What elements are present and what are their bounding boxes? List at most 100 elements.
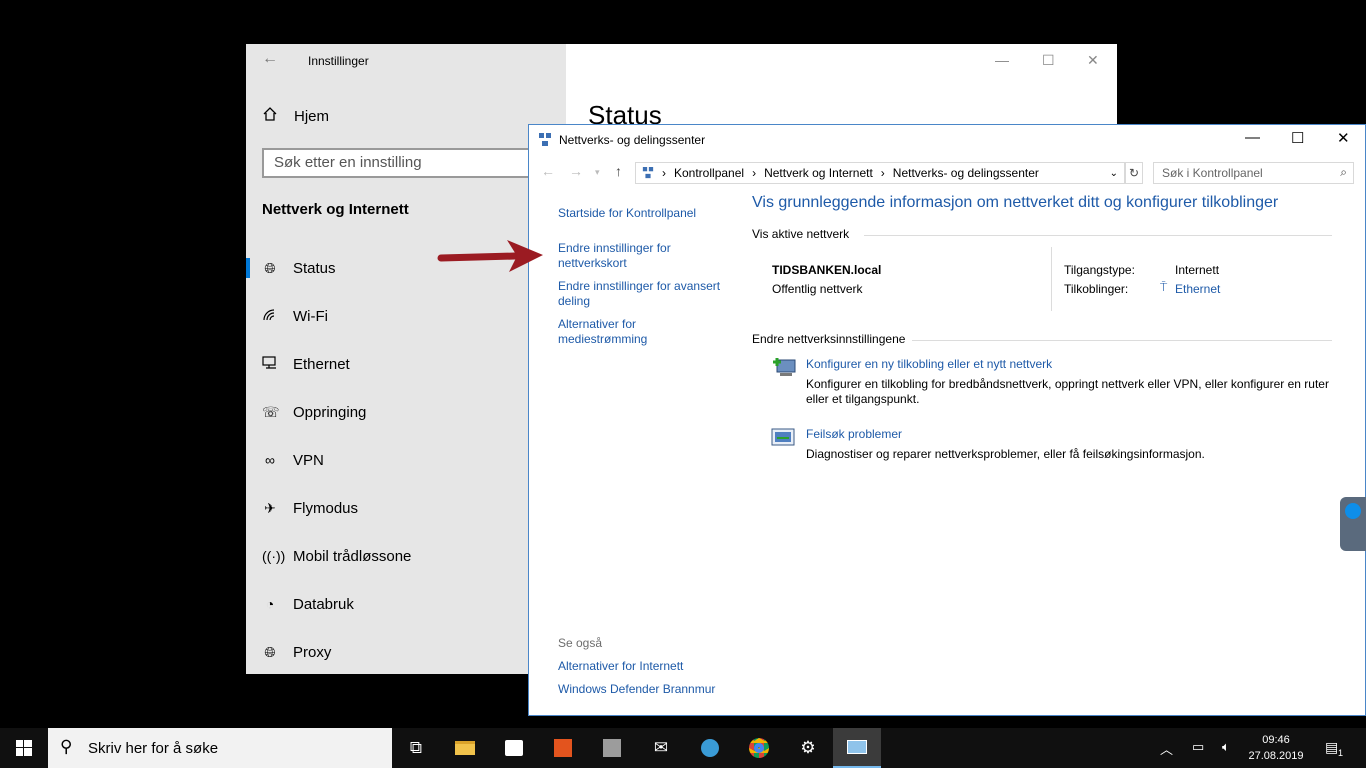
control-panel-taskbar-icon[interactable] bbox=[833, 728, 881, 768]
clock-time: 09:46 bbox=[1262, 734, 1290, 746]
store-icon[interactable] bbox=[490, 728, 538, 768]
data-usage-icon: ◔ bbox=[265, 596, 275, 612]
link-media-streaming[interactable]: Alternativer for mediestrømming bbox=[558, 317, 688, 347]
nav-item-wifi[interactable]: Wi-Fi bbox=[246, 296, 566, 336]
breadcrumb-item[interactable]: Nettverk og Internett bbox=[764, 166, 873, 180]
mail-icon[interactable]: ✉ bbox=[637, 728, 685, 768]
back-icon[interactable]: ← bbox=[541, 163, 555, 179]
clock[interactable]: 09:46 27.08.2019 bbox=[1246, 732, 1306, 764]
divider bbox=[864, 235, 1332, 236]
recent-dropdown-icon[interactable]: ▾ bbox=[595, 167, 600, 178]
file-explorer-icon[interactable] bbox=[441, 728, 489, 768]
home-nav-item[interactable]: Hjem bbox=[262, 106, 329, 126]
settings-search-input[interactable]: Søk etter en innstilling bbox=[262, 148, 552, 178]
access-type-label: Tilgangstype: bbox=[1064, 263, 1135, 277]
close-icon[interactable]: ✕ bbox=[1087, 52, 1099, 69]
link-troubleshoot[interactable]: Feilsøk problemer bbox=[806, 427, 902, 441]
chevron-up-icon[interactable]: ︿ bbox=[1160, 739, 1173, 758]
globe-app-icon[interactable] bbox=[686, 728, 734, 768]
windows-logo-icon bbox=[16, 740, 32, 756]
taskbar-search-input[interactable]: ⚲ Skriv her for å søke bbox=[48, 728, 392, 768]
maximize-icon[interactable]: ☐ bbox=[1291, 129, 1304, 147]
nav-item-proxy[interactable]: 🌐︎ Proxy bbox=[246, 632, 566, 672]
settings-gear-icon[interactable]: ⚙ bbox=[784, 728, 832, 768]
maximize-icon[interactable]: ☐ bbox=[1042, 52, 1055, 69]
nav-item-vpn[interactable]: ∞ VPN bbox=[246, 440, 566, 480]
network-tray-icon[interactable]: ▭ bbox=[1192, 739, 1204, 755]
volume-icon[interactable]: 🔈︎ bbox=[1222, 739, 1230, 755]
minimize-icon[interactable]: — bbox=[1245, 129, 1260, 146]
teamviewer-icon bbox=[1345, 503, 1361, 519]
control-panel-window: Nettverks- og delingssenter — ☐ ✕ ← → ▾ … bbox=[528, 124, 1366, 716]
link-defender-firewall[interactable]: Windows Defender Brannmur bbox=[558, 682, 738, 697]
network-center-icon bbox=[539, 133, 551, 146]
new-connection-description: Konfigurer en tilkobling for bredbåndsne… bbox=[806, 377, 1329, 406]
start-button[interactable] bbox=[0, 728, 48, 768]
chevron-right-icon: › bbox=[662, 166, 666, 180]
close-icon[interactable]: ✕ bbox=[1337, 129, 1350, 147]
access-type-value: Internett bbox=[1175, 263, 1220, 277]
nav-item-ethernet[interactable]: Ethernet bbox=[246, 344, 566, 384]
nav-label: Oppringing bbox=[293, 403, 367, 421]
forward-icon[interactable]: → bbox=[569, 163, 583, 179]
address-bar[interactable]: › Kontrollpanel › Nettverk og Internett … bbox=[635, 162, 1125, 184]
task-view-icon[interactable]: ⧉ bbox=[392, 728, 440, 768]
link-advanced-sharing[interactable]: Endre innstillinger for avansert deling bbox=[558, 279, 728, 309]
home-label: Hjem bbox=[294, 107, 330, 125]
refresh-icon[interactable]: ↻ bbox=[1125, 162, 1143, 184]
notification-icon[interactable]: ▤ bbox=[1325, 739, 1338, 756]
breadcrumb-item[interactable]: Kontrollpanel bbox=[674, 166, 744, 180]
ethernet-connection-link[interactable]: Ethernet bbox=[1175, 282, 1220, 296]
nav-label: Databruk bbox=[293, 595, 354, 613]
airplane-icon: ✈ bbox=[264, 499, 276, 516]
cp-search-input[interactable]: Søk i Kontrollpanel ⌕ bbox=[1153, 162, 1354, 184]
home-icon bbox=[262, 106, 278, 126]
calculator-icon[interactable] bbox=[588, 728, 636, 768]
clock-date: 27.08.2019 bbox=[1248, 750, 1304, 762]
network-center-icon bbox=[642, 167, 654, 179]
nav-label: Flymodus bbox=[293, 499, 359, 517]
chevron-down-icon[interactable]: ⌄ bbox=[1110, 168, 1118, 179]
network-name: TIDSBANKEN.local bbox=[772, 263, 882, 277]
search-icon: ⌕ bbox=[1340, 165, 1347, 179]
notification-count: 1 bbox=[1338, 748, 1344, 758]
ethernet-icon: ⍑ bbox=[1160, 280, 1168, 294]
breadcrumb-item[interactable]: Nettverks- og delingssenter bbox=[893, 166, 1039, 180]
see-also-label: Se også bbox=[558, 636, 603, 650]
window-title: Nettverks- og delingssenter bbox=[559, 133, 706, 147]
search-icon: ⚲ bbox=[60, 737, 73, 756]
nav-item-hotspot[interactable]: ((·)) Mobil trådløssone bbox=[246, 536, 566, 576]
chevron-right-icon: › bbox=[752, 166, 757, 180]
globe-icon: 🌐︎ bbox=[264, 259, 276, 276]
divider bbox=[1051, 247, 1052, 311]
troubleshoot-icon bbox=[771, 428, 795, 446]
nav-item-databruk[interactable]: ◔ Databruk bbox=[246, 584, 566, 624]
nav-label: Proxy bbox=[293, 643, 332, 661]
nav-label: VPN bbox=[293, 451, 324, 469]
office-icon[interactable] bbox=[539, 728, 587, 768]
link-change-adapter-settings[interactable]: Endre innstillinger for nettverkskort bbox=[558, 241, 718, 271]
section-title: Nettverk og Internett bbox=[262, 201, 409, 218]
nav-label: Mobil trådløssone bbox=[293, 547, 412, 565]
settings-title: Innstillinger bbox=[308, 54, 369, 68]
back-arrow-icon[interactable]: ← bbox=[262, 50, 278, 68]
taskbar-search-placeholder: Skriv her for å søke bbox=[88, 739, 219, 757]
troubleshoot-description: Diagnostiser og reparer nettverksproblem… bbox=[806, 447, 1205, 461]
nav-label: Status bbox=[293, 259, 336, 277]
minimize-icon[interactable]: — bbox=[995, 52, 1009, 68]
link-internet-options[interactable]: Alternativer for Internett bbox=[558, 659, 738, 674]
nav-item-flymodus[interactable]: ✈ Flymodus bbox=[246, 488, 566, 528]
chrome-icon[interactable] bbox=[735, 728, 783, 768]
network-type[interactable]: Offentlig nettverk bbox=[772, 282, 863, 296]
up-icon[interactable]: ↑ bbox=[615, 163, 622, 179]
dialup-icon: ☏ bbox=[262, 403, 280, 420]
ethernet-icon bbox=[262, 355, 278, 373]
red-arrow-icon bbox=[437, 240, 543, 272]
link-control-panel-home[interactable]: Startside for Kontrollpanel bbox=[558, 206, 738, 221]
teamviewer-tab[interactable] bbox=[1340, 497, 1366, 551]
chevron-right-icon: › bbox=[880, 166, 885, 180]
taskbar: ⚲ Skriv her for å søke ⧉ ✉ ⚙ ︿ ▭ 🔈︎ 09:4… bbox=[0, 728, 1366, 768]
link-new-connection[interactable]: Konfigurer en ny tilkobling eller et nyt… bbox=[806, 357, 1052, 371]
hotspot-icon: ((·)) bbox=[262, 548, 286, 564]
nav-item-oppringing[interactable]: ☏ Oppringing bbox=[246, 392, 566, 432]
